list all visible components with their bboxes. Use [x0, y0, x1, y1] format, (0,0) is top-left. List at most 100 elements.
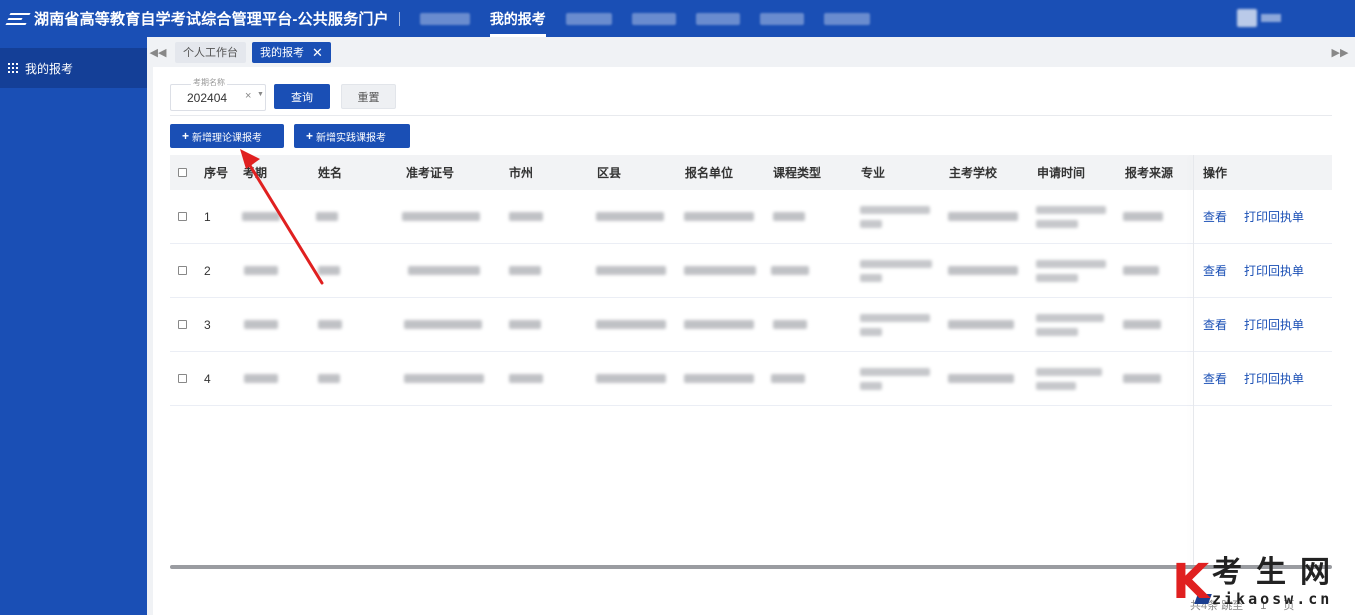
col-ticket: 准考证号 [406, 166, 455, 180]
logo-icon [5, 11, 31, 27]
redacted-name [318, 320, 342, 329]
col-ops: 操作 [1203, 166, 1228, 180]
tab-strip: ◀◀ 个人工作台 我的报考 ✕ ▶▶ [147, 37, 1355, 67]
row-checkbox[interactable] [178, 266, 187, 275]
col-major: 专业 [861, 166, 886, 180]
row-checkbox[interactable] [178, 320, 187, 329]
redacted-school [948, 266, 1018, 275]
watermark-logo: K 考生网 zikaosw.cn [1168, 556, 1355, 615]
user-name [1261, 14, 1281, 22]
view-link[interactable]: 查看 [1203, 316, 1227, 333]
col-source: 报考来源 [1125, 166, 1174, 180]
site-title: 湖南省高等教育自学考试综合管理平台-公共服务门户 [34, 11, 389, 28]
watermark-url: zikaosw.cn [1212, 590, 1333, 608]
reset-button[interactable]: 重置 [341, 84, 396, 109]
nav-item-redacted[interactable] [622, 0, 686, 37]
watermark-title: 考生网 [1212, 555, 1344, 590]
tabs-scroll-left-icon[interactable]: ◀◀ [147, 37, 169, 67]
watermark-letter: K [1172, 554, 1210, 610]
redacted-ticket [402, 212, 480, 221]
nav-item-redacted[interactable] [556, 0, 622, 37]
redacted-course-type [773, 212, 805, 221]
add-practice-label: 新增实践课报考 [316, 132, 387, 144]
fixed-column-divider [1193, 155, 1194, 575]
redacted-source [1123, 212, 1163, 221]
nav-item-redacted[interactable] [686, 0, 750, 37]
col-seq: 序号 [204, 166, 229, 180]
annotation-arrow-icon [240, 149, 324, 285]
nav-item-my-registration[interactable]: 我的报考 [480, 0, 556, 37]
col-apply-time: 申请时间 [1037, 166, 1086, 180]
query-button[interactable]: 查询 [274, 84, 330, 109]
divider [170, 115, 1332, 116]
view-link[interactable]: 查看 [1203, 208, 1227, 225]
redacted-source [1123, 320, 1161, 329]
title-divider [398, 11, 400, 26]
table-row: 3 查看 打印回执单 [170, 298, 1332, 352]
row-checkbox[interactable] [178, 212, 187, 221]
redacted-district [596, 374, 666, 383]
plus-icon: + [306, 129, 314, 143]
sidebar-item-label: 我的报考 [25, 61, 74, 76]
table-header: 序号 考期 姓名 准考证号 市州 区县 报名单位 课程类型 专业 主考学校 申请… [170, 155, 1332, 190]
redacted-course-type [773, 320, 807, 329]
print-receipt-link[interactable]: 打印回执单 [1244, 208, 1304, 225]
print-receipt-link[interactable]: 打印回执单 [1244, 316, 1304, 333]
print-receipt-link[interactable]: 打印回执单 [1244, 370, 1304, 387]
sidebar-item-my-registration[interactable]: 我的报考 [0, 48, 147, 88]
plus-icon: + [182, 129, 190, 143]
redacted-city [509, 212, 543, 221]
top-header: 湖南省高等教育自学考试综合管理平台-公共服务门户 我的报考 [0, 0, 1355, 37]
redacted-district [596, 212, 664, 221]
redacted-ticket [404, 374, 484, 383]
clear-icon[interactable]: × [245, 90, 251, 102]
col-course-type: 课程类型 [773, 166, 822, 180]
grid-icon [8, 63, 18, 73]
nav-item-redacted[interactable] [814, 0, 880, 37]
view-link[interactable]: 查看 [1203, 262, 1227, 279]
user-menu[interactable] [1237, 9, 1281, 27]
redacted-source [1123, 266, 1159, 275]
tab-my-registration[interactable]: 我的报考 ✕ [252, 41, 331, 63]
term-select[interactable]: 考期名称 202404 × ▼ [170, 78, 266, 111]
redacted-school [948, 212, 1018, 221]
col-district: 区县 [597, 166, 622, 180]
col-unit: 报名单位 [685, 166, 734, 180]
print-receipt-link[interactable]: 打印回执单 [1244, 262, 1304, 279]
col-city: 市州 [509, 166, 534, 180]
redacted-school [948, 320, 1014, 329]
tab-label: 个人工作台 [183, 47, 238, 59]
tab-label: 我的报考 [260, 47, 304, 59]
view-link[interactable]: 查看 [1203, 370, 1227, 387]
table-row: 4 查看 打印回执单 [170, 352, 1332, 406]
redacted-unit [684, 374, 754, 383]
redacted-unit [684, 320, 754, 329]
table-horizontal-scrollbar[interactable] [170, 565, 1332, 569]
redacted-city [509, 374, 543, 383]
tabs-scroll-right-icon[interactable]: ▶▶ [1329, 37, 1351, 67]
redacted-course-type [771, 374, 805, 383]
table-row: 1 查看 打印回执单 [170, 190, 1332, 244]
col-school: 主考学校 [949, 166, 998, 180]
redacted-course-type [771, 266, 809, 275]
nav-item-redacted[interactable] [750, 0, 814, 37]
close-icon[interactable]: ✕ [312, 46, 323, 59]
main-content: 考期名称 202404 × ▼ 查询 重置 + 新增理论课报考 + 新增实践课报… [153, 67, 1355, 615]
nav-item-redacted[interactable] [410, 0, 480, 37]
redacted-district [596, 320, 666, 329]
redacted-source [1123, 374, 1161, 383]
redacted-school [948, 374, 1014, 383]
table-row: 2 查看 打印回执单 [170, 244, 1332, 298]
row-seq: 1 [204, 209, 211, 224]
row-checkbox[interactable] [178, 374, 187, 383]
redacted-unit [684, 266, 756, 275]
redacted-term [244, 320, 278, 329]
redacted-city [509, 320, 541, 329]
caret-down-icon[interactable]: ▼ [257, 91, 264, 98]
tab-workbench[interactable]: 个人工作台 [175, 41, 246, 63]
term-select-label: 考期名称 [191, 78, 227, 88]
redacted-name [318, 374, 340, 383]
select-all-checkbox[interactable] [178, 168, 187, 177]
redacted-district [596, 266, 666, 275]
redacted-term [244, 374, 278, 383]
